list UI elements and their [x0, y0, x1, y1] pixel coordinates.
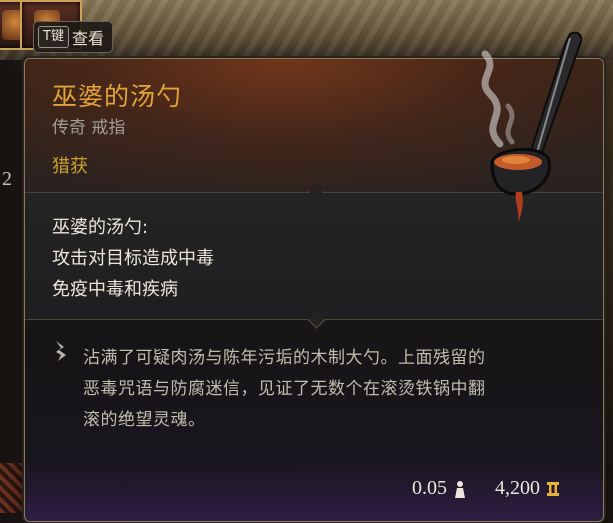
- item-weight: 0.05: [412, 477, 467, 500]
- inspect-key-hint[interactable]: T键 查看: [33, 21, 113, 53]
- item-title: 巫婆的汤勺: [52, 82, 183, 111]
- item-rarity-type: 传奇 戒指: [52, 118, 126, 138]
- ladle-icon: [481, 31, 583, 222]
- key-hint-label: 查看: [71, 29, 104, 48]
- key-cap: T键: [38, 26, 69, 48]
- weight-icon: [455, 480, 465, 498]
- lore-text-line: 恶毒咒语与防腐迷信，见证了无数个在滚烫铁锅中翻: [83, 379, 486, 399]
- gold-value: 4,200: [495, 477, 540, 499]
- feather-quill-icon: [56, 341, 66, 361]
- game-screen: 2 T键 查看 巫婆的汤勺 传奇 戒指 猎获 巫婆的汤勺: 攻击对目标造成中毒 …: [0, 0, 613, 523]
- gold-coin-icon: [547, 481, 559, 496]
- item-source: 猎获: [52, 156, 88, 177]
- weight-value: 0.05: [412, 477, 447, 499]
- lore-text-line: 滚的绝望灵魂。: [83, 410, 206, 430]
- item-value: 4,200: [495, 477, 560, 500]
- stack-count: 2: [2, 168, 12, 190]
- effect-line: 免疫中毒和疾病: [52, 279, 178, 300]
- effect-heading: 巫婆的汤勺:: [52, 217, 149, 238]
- lore-text-line: 沾满了可疑肉汤与陈年污垢的木制大勺。上面残留的: [83, 348, 486, 368]
- effect-line: 攻击对目标造成中毒: [52, 248, 214, 269]
